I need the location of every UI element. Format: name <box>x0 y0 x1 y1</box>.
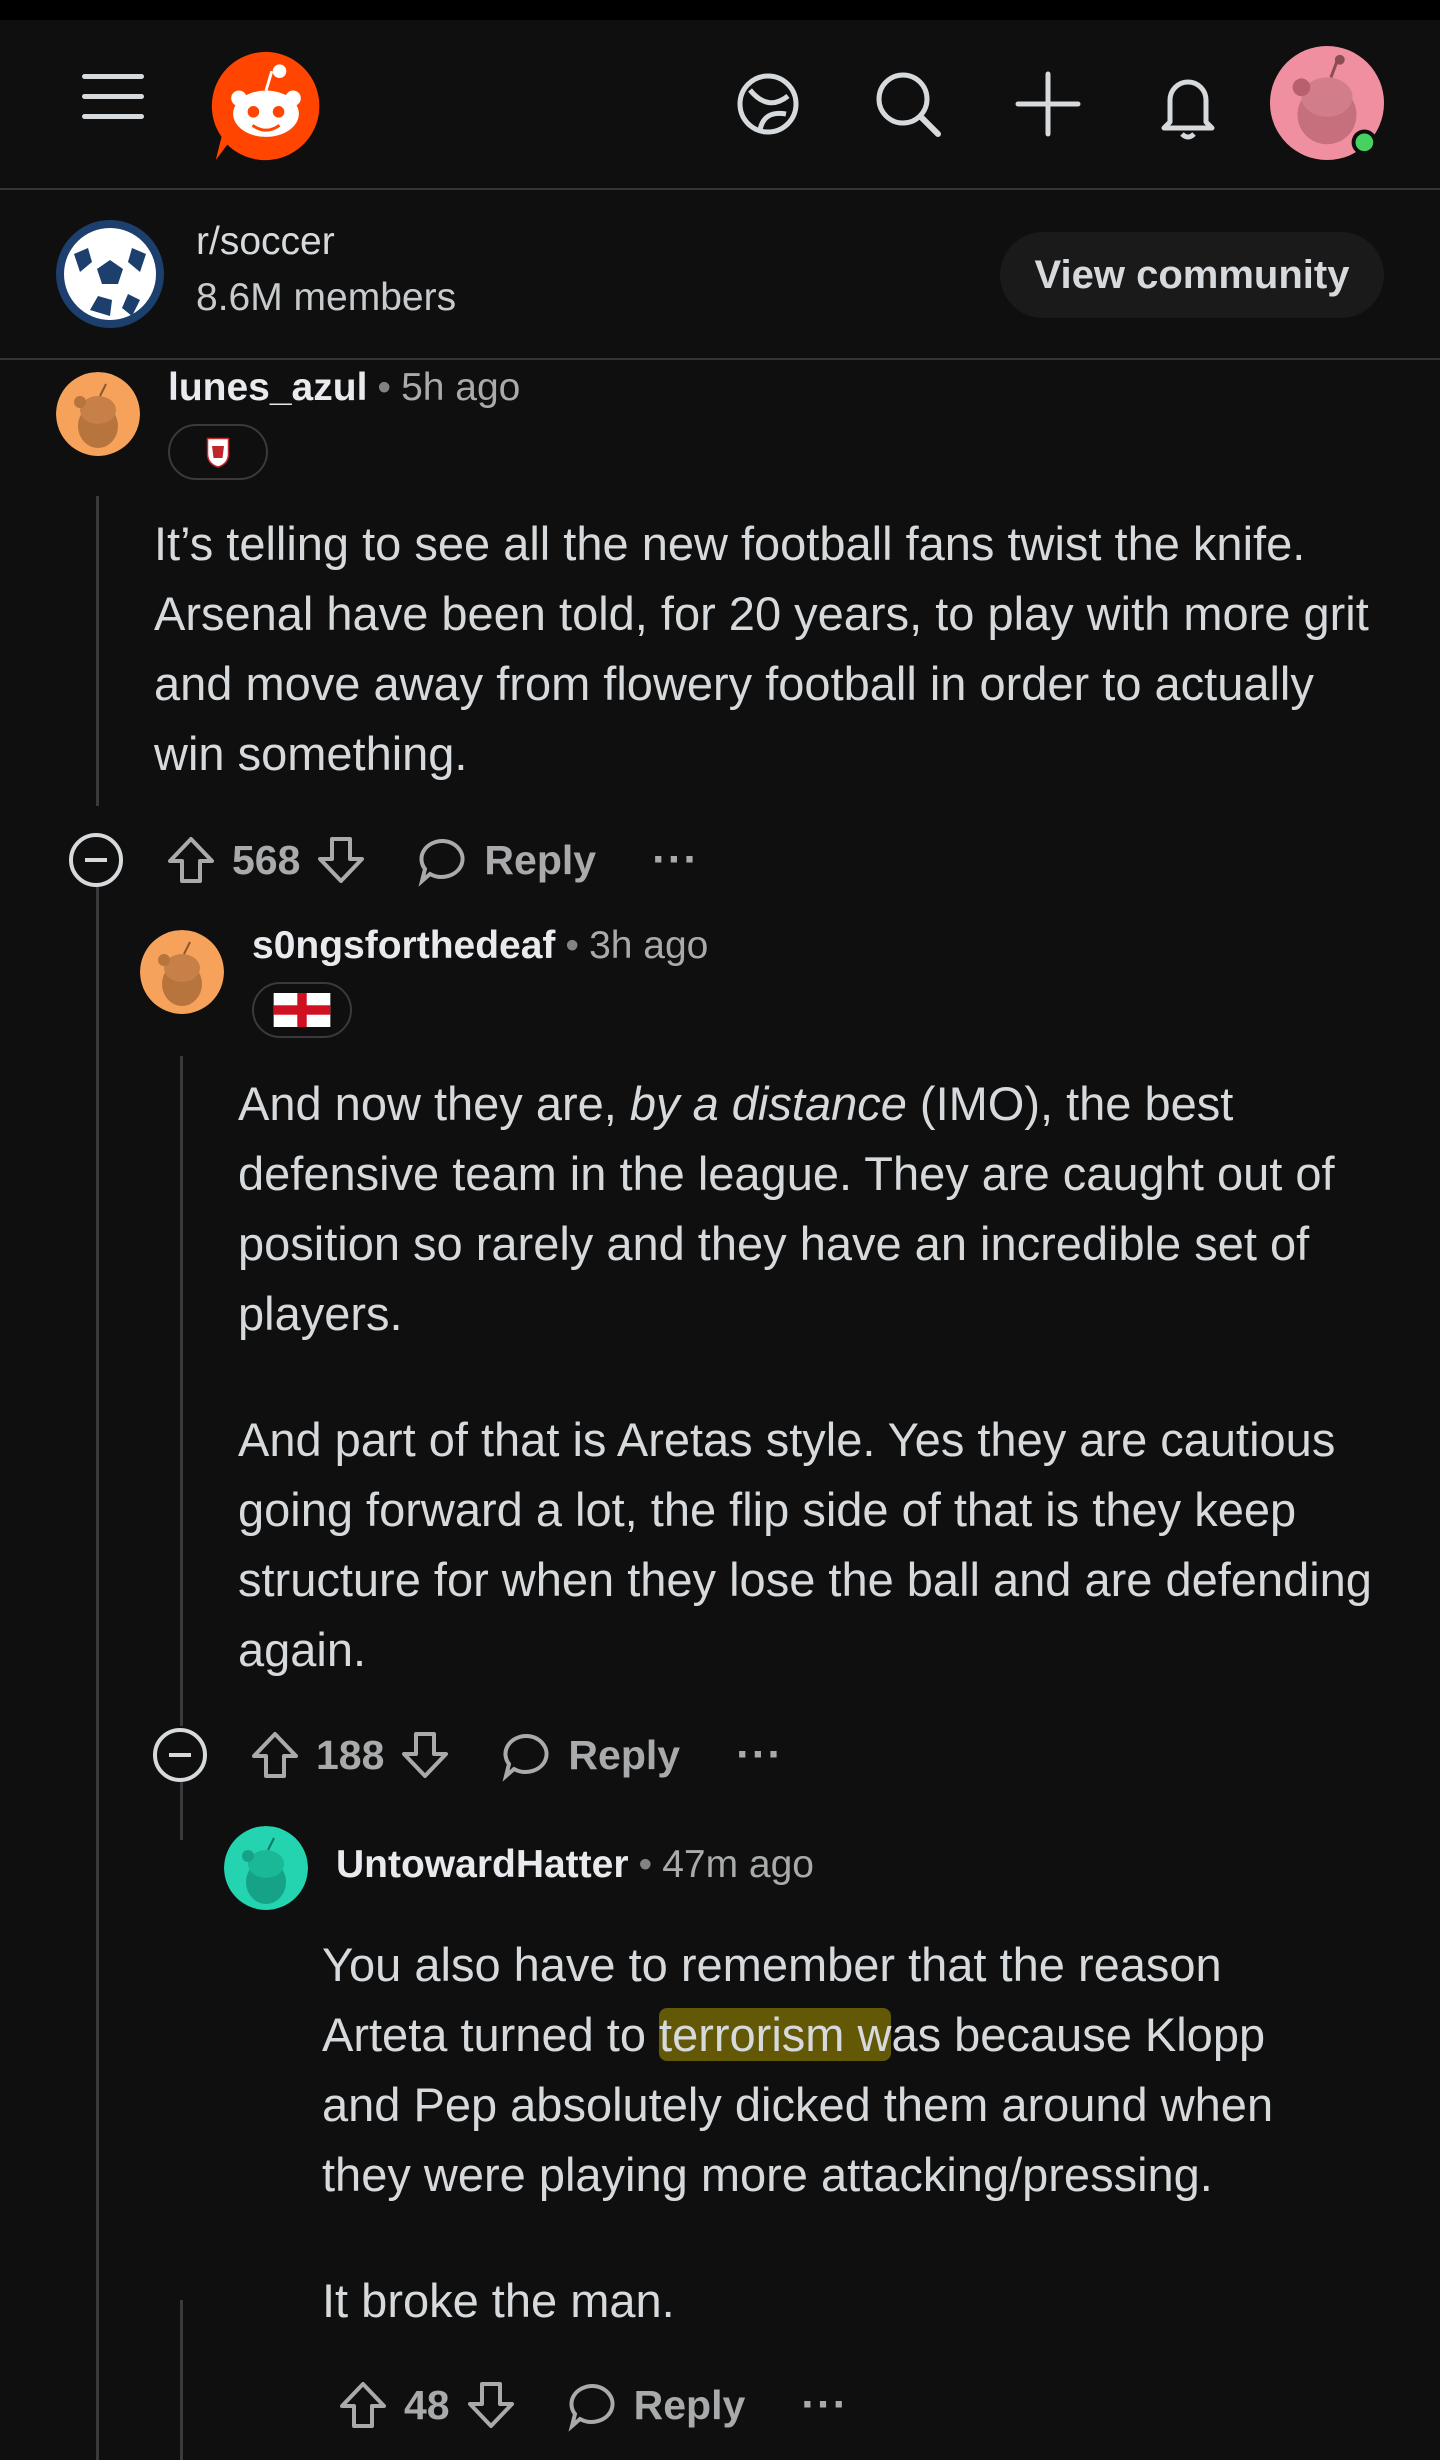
thread-line-2[interactable] <box>180 1056 183 1726</box>
comment-timestamp: 3h ago <box>589 924 709 967</box>
user-flair <box>168 424 268 480</box>
comment-body: You also have to remember that the reaso… <box>322 1930 1332 2336</box>
upvote-icon[interactable] <box>336 2378 390 2432</box>
user-avatar-icon[interactable] <box>1268 44 1386 162</box>
comment-actions: 48 Reply ··· <box>336 2370 848 2440</box>
community-header: r/soccer 8.6M members View community <box>0 190 1440 360</box>
view-community-button[interactable]: View community <box>1000 232 1384 318</box>
reply-label: Reply <box>568 1731 681 1778</box>
separator-dot: • <box>377 366 392 409</box>
more-options-icon[interactable]: ··· <box>736 1730 783 1780</box>
comment-actions: 188 Reply ··· <box>152 1720 783 1790</box>
comment-author[interactable]: UntowardHatter • 47m ago <box>336 1843 814 1887</box>
more-options-icon[interactable]: ··· <box>652 835 699 885</box>
popular-icon[interactable] <box>730 66 806 142</box>
comment-paragraph: And part of that is Aretas style. Yes th… <box>238 1413 1372 1676</box>
username[interactable]: lunes_azul <box>168 366 367 409</box>
comment-paragraph: And now they are, by a distance (IMO), t… <box>238 1077 1335 1340</box>
upvote-icon[interactable] <box>248 1728 302 1782</box>
comment-paragraph: It’s telling to see all the new football… <box>154 517 1369 780</box>
thread-line-1[interactable] <box>96 496 99 806</box>
search-icon[interactable] <box>870 66 946 142</box>
community-name[interactable]: r/soccer <box>196 220 335 264</box>
more-options-icon[interactable]: ··· <box>801 2380 848 2430</box>
comment-body: It’s telling to see all the new football… <box>154 509 1384 789</box>
reply-bubble-icon <box>502 1733 549 1782</box>
create-post-icon[interactable] <box>1010 66 1086 142</box>
vote-count: 48 <box>404 2381 450 2428</box>
collapse-thread-icon[interactable] <box>152 1727 208 1783</box>
reply-button[interactable]: Reply <box>500 1728 680 1782</box>
comment-author[interactable]: lunes_azul • 5h ago <box>168 366 520 410</box>
england-flag-icon <box>273 993 331 1027</box>
emphasis-text: by a distance <box>629 1077 907 1130</box>
reply-button[interactable]: Reply <box>566 2378 746 2432</box>
vote-count: 188 <box>316 1731 385 1778</box>
username[interactable]: UntowardHatter <box>336 1843 629 1886</box>
downvote-icon[interactable] <box>398 1728 452 1782</box>
reply-bubble-icon <box>568 2383 615 2432</box>
status-bar <box>0 0 1440 20</box>
highlighted-text: terrorism w <box>659 2008 892 2061</box>
comment-paragraph: You also have to remember that the reaso… <box>322 1938 1274 2201</box>
collapse-thread-icon[interactable] <box>68 832 124 888</box>
reply-label: Reply <box>484 836 597 883</box>
comment-avatar[interactable] <box>224 1826 308 1910</box>
comment-timestamp: 47m ago <box>662 1843 814 1886</box>
comment-timestamp: 5h ago <box>401 366 521 409</box>
vote-count: 568 <box>232 836 301 883</box>
comment-body: And now they are, by a distance (IMO), t… <box>238 1069 1378 1685</box>
reply-label: Reply <box>633 2381 746 2428</box>
comment-paragraph: It broke the man. <box>322 2274 675 2327</box>
reply-bubble-icon <box>418 838 465 887</box>
upvote-icon[interactable] <box>164 833 218 887</box>
comment-actions: 568 Reply ··· <box>68 825 699 895</box>
separator-dot: • <box>638 1843 653 1886</box>
user-flair <box>252 982 352 1038</box>
thread-line-2c <box>180 2300 183 2460</box>
username[interactable]: s0ngsforthedeaf <box>252 924 555 967</box>
comment-avatar[interactable] <box>56 372 140 456</box>
downvote-icon[interactable] <box>314 833 368 887</box>
comment-author[interactable]: s0ngsforthedeaf • 3h ago <box>252 924 708 968</box>
reply-button[interactable]: Reply <box>416 833 596 887</box>
downvote-icon[interactable] <box>464 2378 518 2432</box>
thread-line-1c <box>96 884 99 2460</box>
separator-dot: • <box>565 924 580 967</box>
menu-icon[interactable] <box>78 60 152 134</box>
top-nav-bar <box>0 20 1440 190</box>
comment-avatar[interactable] <box>140 930 224 1014</box>
community-members-count: 8.6M members <box>196 276 457 319</box>
reddit-logo-icon[interactable] <box>208 46 324 166</box>
notifications-bell-icon[interactable] <box>1150 66 1226 142</box>
middlesbrough-crest-icon <box>206 437 230 468</box>
community-soccer-ball-icon[interactable] <box>54 218 166 330</box>
